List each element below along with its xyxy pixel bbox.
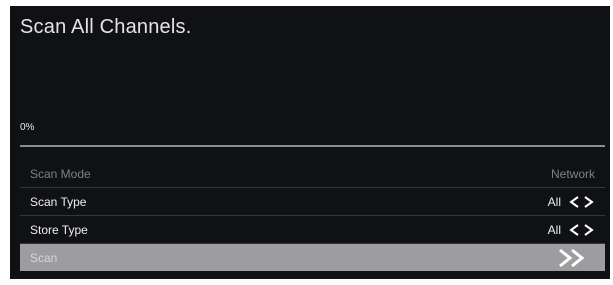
tv-screen: Scan All Channels. 0% Scan Mode Network … <box>10 6 610 279</box>
double-chevron-right-icon <box>557 248 589 273</box>
menu-row-value: All <box>547 222 561 237</box>
menu-row-label: Scan Type <box>30 194 87 209</box>
menu-row-value: All <box>547 194 561 209</box>
menu-row-label: Scan <box>30 250 58 265</box>
scan-button[interactable]: Scan <box>20 244 605 271</box>
menu-row-scan-mode: Scan Mode Network <box>20 160 605 188</box>
progress-percentage: 0% <box>20 122 35 133</box>
menu-row-store-type[interactable]: Store Type All <box>20 216 605 244</box>
menu-row-label: Scan Mode <box>30 166 91 181</box>
menu-row-scan-type[interactable]: Scan Type All <box>20 188 605 216</box>
progress-bar <box>20 145 605 147</box>
page-title: Scan All Channels. <box>20 16 192 38</box>
left-right-arrows-icon[interactable] <box>569 223 595 237</box>
menu-row-label: Store Type <box>30 222 88 237</box>
left-right-arrows-icon[interactable] <box>569 195 595 209</box>
scan-settings-menu: Scan Mode Network Scan Type All Store Ty… <box>20 160 605 271</box>
menu-row-value: Network <box>550 166 595 181</box>
